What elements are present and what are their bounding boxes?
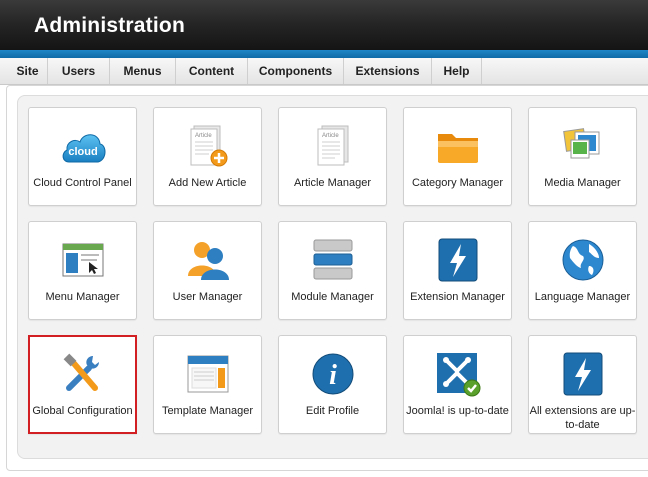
tile-label: Template Manager: [161, 405, 254, 417]
main-menu-bar: Site Users Menus Content Components Exte…: [0, 58, 648, 85]
tile-label: Menu Manager: [45, 291, 120, 303]
menu-window-icon: [62, 243, 104, 277]
module-stack-icon: [313, 239, 353, 280]
extensions-update-tile[interactable]: All extensions are up-to-date: [528, 335, 637, 434]
menu-menus[interactable]: Menus: [110, 58, 176, 84]
tools-icon: [63, 353, 99, 391]
tile-label: Module Manager: [291, 291, 374, 303]
lightning-icon: [563, 352, 603, 396]
menu-site[interactable]: Site: [8, 58, 48, 84]
module-manager-tile[interactable]: Module Manager: [278, 221, 387, 320]
user-manager-tile[interactable]: User Manager: [153, 221, 262, 320]
template-manager-tile[interactable]: Template Manager: [153, 335, 262, 434]
joomla-check-icon: [437, 353, 481, 397]
menu-manager-tile[interactable]: Menu Manager: [28, 221, 137, 320]
tile-label: Global Configuration: [32, 405, 133, 417]
extension-manager-tile[interactable]: Extension Manager: [403, 221, 512, 320]
template-icon: [187, 355, 229, 393]
cloud-control-panel-tile[interactable]: cloud Cloud Control Panel: [28, 107, 137, 206]
tile-label: Article Manager: [293, 177, 372, 189]
article-manager-icon: Article: [317, 125, 349, 166]
svg-text:i: i: [329, 360, 337, 391]
edit-profile-tile[interactable]: i Edit Profile: [278, 335, 387, 434]
menu-extensions[interactable]: Extensions: [344, 58, 432, 84]
svg-text:Article: Article: [195, 133, 212, 139]
page-title: Administration: [34, 14, 185, 37]
add-new-article-tile[interactable]: Article Add New Article: [153, 107, 262, 206]
cloud-icon: cloud: [62, 134, 106, 163]
users-icon: [188, 242, 229, 280]
svg-text:cloud: cloud: [68, 146, 97, 158]
admin-header: Administration: [0, 0, 648, 50]
joomla-update-tile[interactable]: Joomla! is up-to-date: [403, 335, 512, 434]
info-icon: i: [312, 353, 354, 395]
tile-label: User Manager: [172, 291, 243, 303]
menu-content[interactable]: Content: [176, 58, 248, 84]
tile-label: Add New Article: [168, 177, 247, 189]
tile-label: All extensions are up-to-date: [529, 405, 636, 431]
tile-label: Edit Profile: [305, 405, 360, 417]
tile-label: Cloud Control Panel: [33, 177, 132, 189]
tile-label: Joomla! is up-to-date: [406, 405, 509, 417]
menu-help[interactable]: Help: [432, 58, 482, 84]
tile-label: Language Manager: [534, 291, 631, 303]
globe-icon: [562, 239, 604, 281]
header-accent-stripe: [0, 50, 648, 58]
folder-icon: [438, 134, 478, 163]
add-article-icon: Article: [190, 125, 228, 167]
lightning-icon: [438, 238, 478, 282]
quick-icons-area: cloud Cloud Control Panel Article Add Ne…: [17, 95, 648, 459]
category-manager-tile[interactable]: Category Manager: [403, 107, 512, 206]
menu-components[interactable]: Components: [248, 58, 344, 84]
global-configuration-tile[interactable]: Global Configuration: [28, 335, 137, 434]
svg-text:Article: Article: [322, 133, 339, 139]
tile-label: Category Manager: [411, 177, 504, 189]
language-manager-tile[interactable]: Language Manager: [528, 221, 637, 320]
tile-label: Media Manager: [544, 177, 621, 189]
media-icon: [563, 128, 600, 159]
article-manager-tile[interactable]: Article Article Manager: [278, 107, 387, 206]
media-manager-tile[interactable]: Media Manager: [528, 107, 637, 206]
tile-label: Extension Manager: [410, 291, 505, 303]
menu-users[interactable]: Users: [48, 58, 110, 84]
